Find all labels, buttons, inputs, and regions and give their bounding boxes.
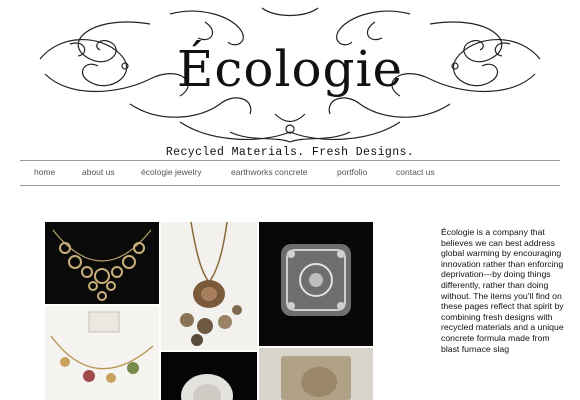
nav-ecologie-jewelry[interactable]: écologie jewelry xyxy=(141,167,201,177)
tagline: Recycled Materials. Fresh Designs. xyxy=(165,146,415,159)
main-nav: home about us écologie jewelry earthwork… xyxy=(20,160,560,186)
concrete-plaque-image[interactable] xyxy=(259,348,373,400)
gear-necklace-image[interactable] xyxy=(45,222,159,304)
nav-earthworks-concrete[interactable]: earthworks concrete xyxy=(231,167,308,177)
filigree-pendant-image[interactable] xyxy=(259,222,373,346)
white-ceramic-image[interactable] xyxy=(161,352,257,400)
site-logo[interactable]: Écologie xyxy=(0,40,580,98)
pendant-necklace-image[interactable] xyxy=(161,222,257,350)
nav-about-us[interactable]: about us xyxy=(82,167,115,177)
chain-necklace-image[interactable] xyxy=(45,306,159,400)
product-gallery xyxy=(45,222,373,400)
nav-contact-us[interactable]: contact us xyxy=(396,167,435,177)
nav-home[interactable]: home xyxy=(34,167,55,177)
intro-text: Écologie is a company that believes we c… xyxy=(441,227,564,354)
nav-portfolio[interactable]: portfolio xyxy=(337,167,367,177)
